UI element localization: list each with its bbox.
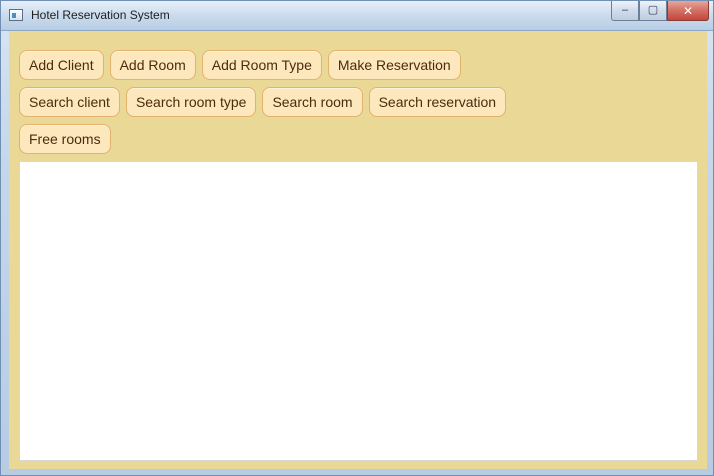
search-room-type-button[interactable]: Search room type [125, 87, 257, 117]
app-icon [9, 9, 23, 21]
window-title: Hotel Reservation System [31, 8, 170, 22]
make-reservation-button[interactable]: Make Reservation [327, 50, 461, 80]
add-room-button[interactable]: Add Room [109, 50, 196, 80]
close-button[interactable]: ✕ [667, 1, 709, 21]
toolbar-row-1: Add Client Add Room Add Room Type Make R… [19, 50, 461, 80]
close-icon: ✕ [682, 3, 694, 18]
minimize-icon: – [621, 4, 629, 16]
toolbar-row-3: Free rooms [19, 124, 111, 154]
maximize-button[interactable]: ▢ [639, 1, 667, 21]
add-client-button[interactable]: Add Client [19, 50, 104, 80]
window-controls: – ▢ ✕ [611, 1, 709, 21]
maximize-icon: ▢ [647, 4, 659, 16]
main-window: Hotel Reservation System – ▢ ✕ Add Clien… [0, 0, 714, 476]
toolbar-row-2: Search client Search room type Search ro… [19, 87, 507, 117]
minimize-button[interactable]: – [611, 1, 639, 21]
free-rooms-button[interactable]: Free rooms [19, 124, 111, 154]
title-bar[interactable]: Hotel Reservation System – ▢ ✕ [1, 1, 713, 31]
search-reservation-button[interactable]: Search reservation [368, 87, 507, 117]
main-content-area: Add Client Add Room Add Room Type Make R… [9, 31, 707, 469]
search-room-button[interactable]: Search room [262, 87, 363, 117]
add-room-type-button[interactable]: Add Room Type [201, 50, 322, 80]
search-client-button[interactable]: Search client [19, 87, 120, 117]
content-panel [19, 161, 698, 461]
